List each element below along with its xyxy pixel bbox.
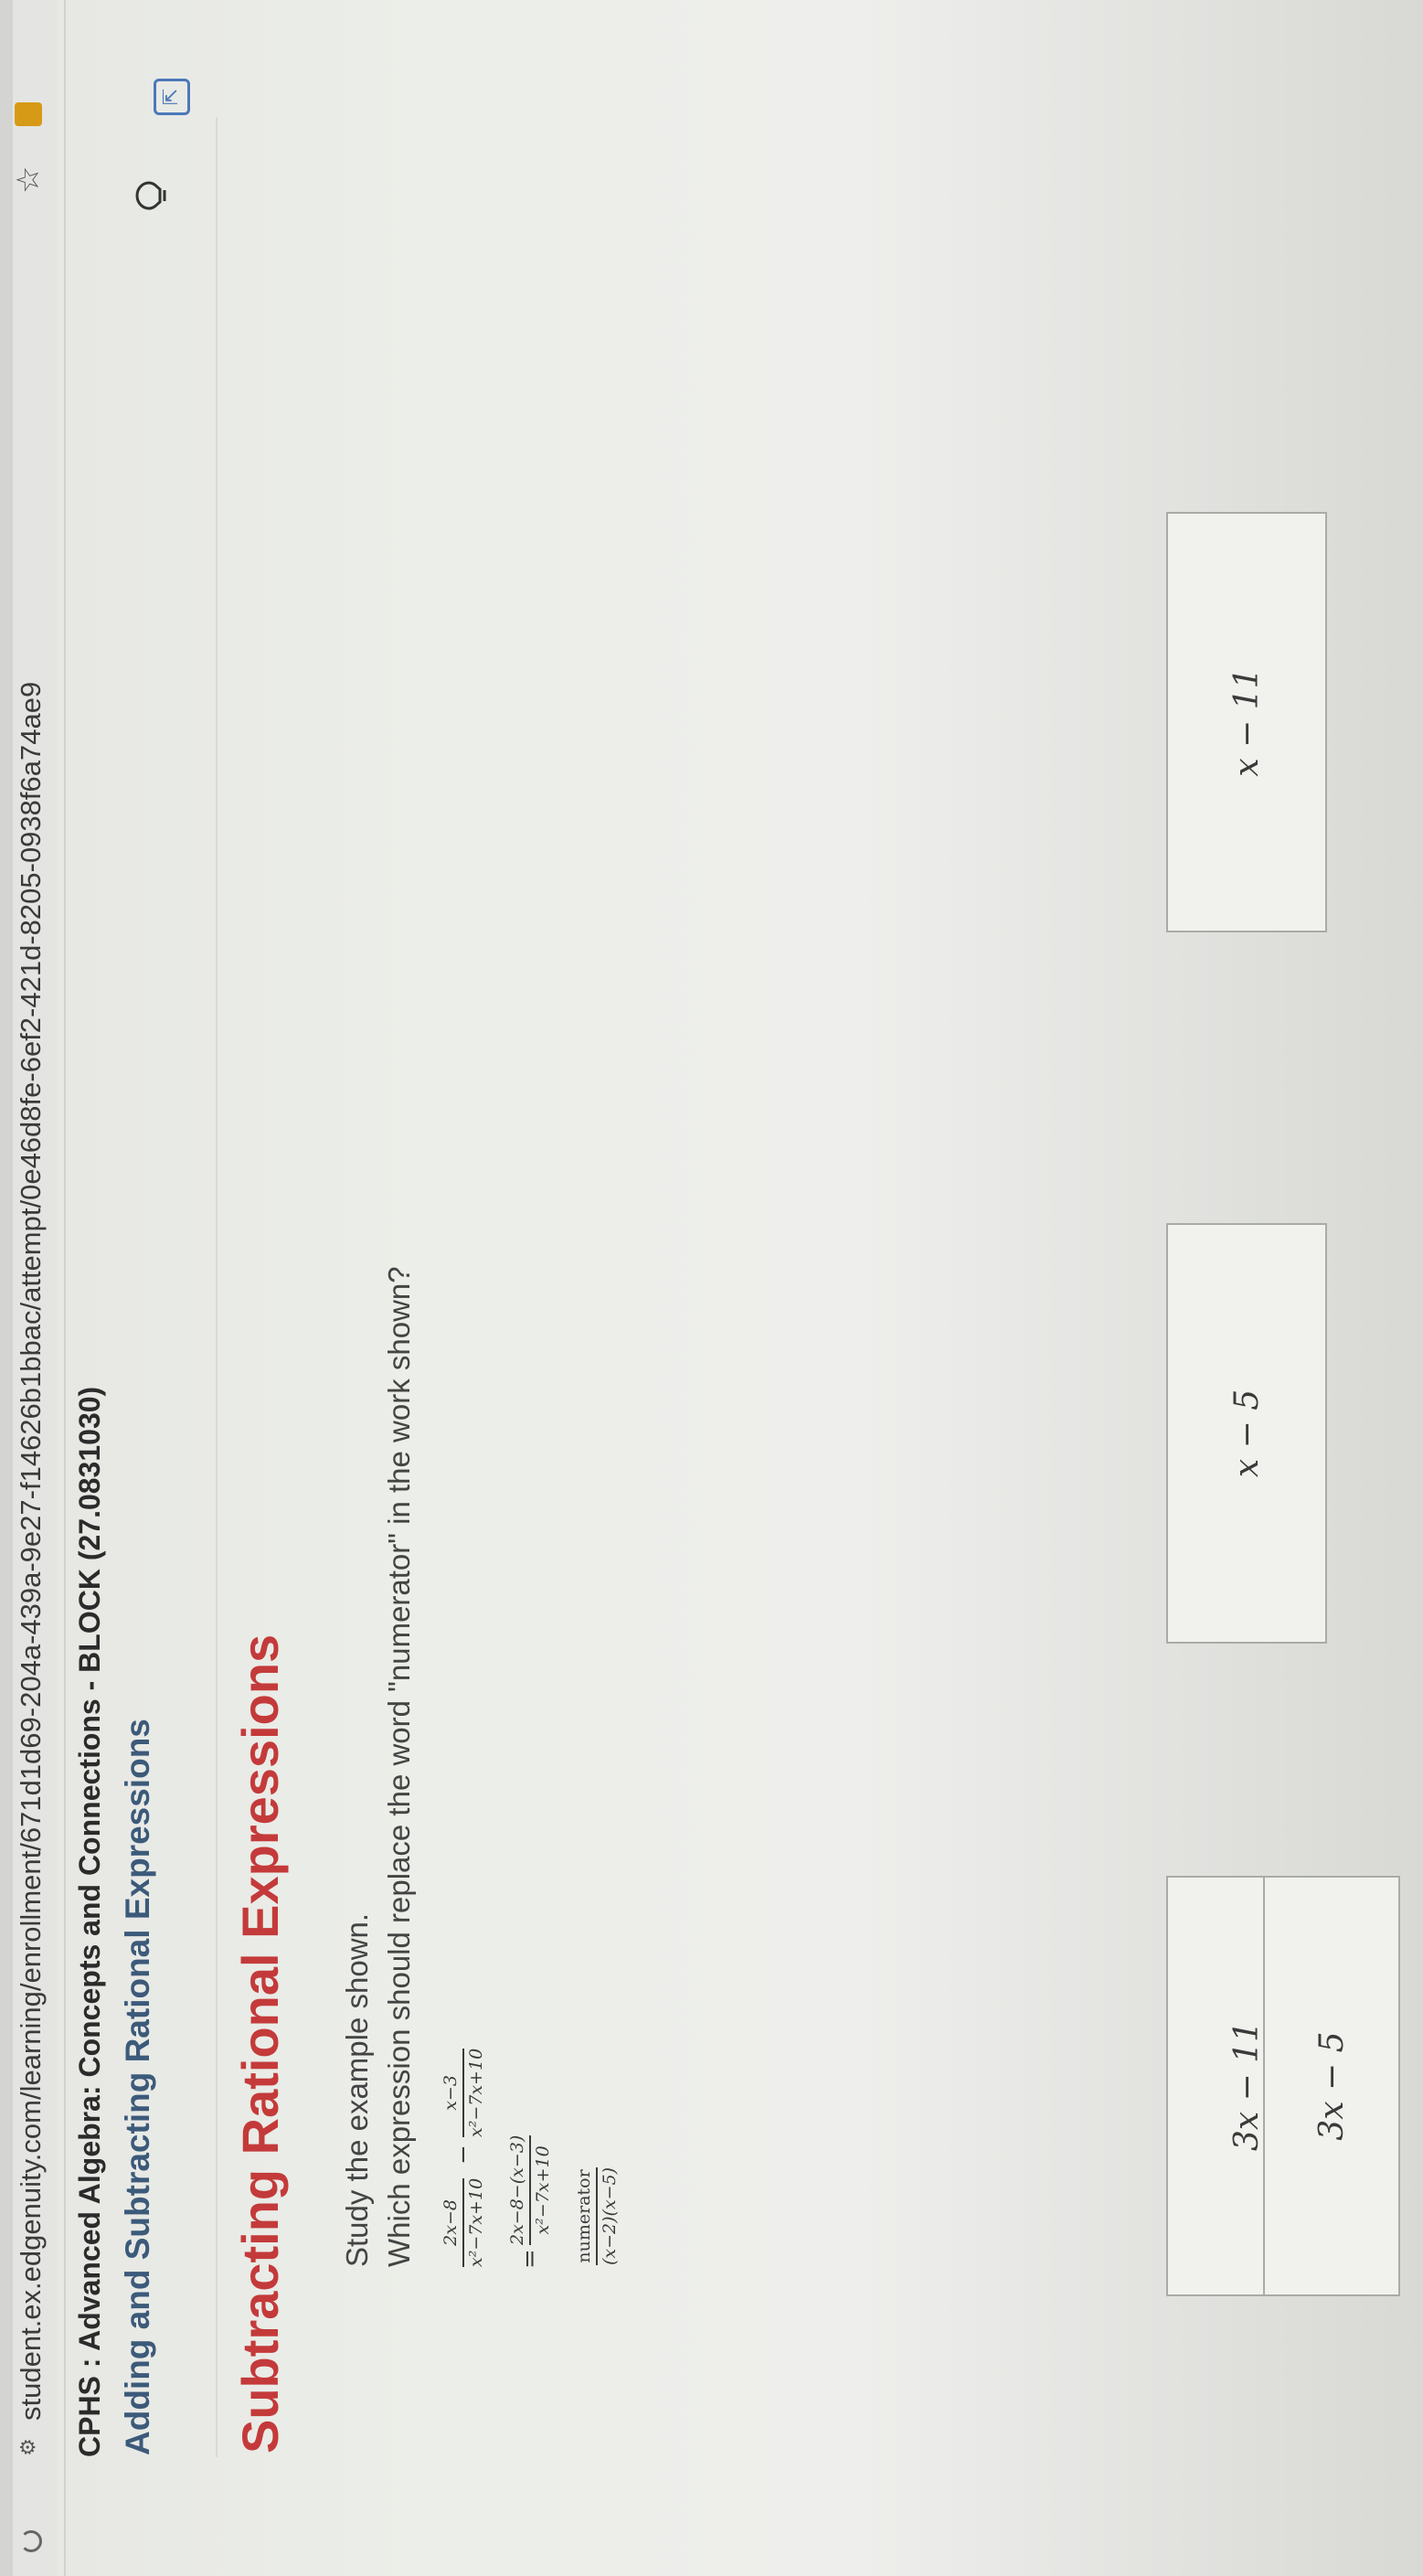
answer-choice-tile[interactable]: x − 5	[1166, 1223, 1327, 1644]
page-title: Subtracting Rational Expressions	[231, 1634, 289, 2454]
course-title: CPHS : Advanced Algebra: Concepts and Co…	[73, 1386, 106, 2457]
fraction-bar	[462, 2177, 464, 2267]
work-line2-equals: =	[516, 2249, 544, 2269]
content-divider	[216, 117, 218, 2457]
extension-icon[interactable]	[15, 102, 42, 126]
photo-background: ⚙ student.ex.edgenuity.com/learning/enro…	[0, 0, 1423, 2576]
star-icon[interactable]: ☆	[11, 166, 46, 194]
question-text: Which expression should replace the word…	[382, 1266, 416, 2267]
expand-icon[interactable]: ⇱	[154, 79, 190, 115]
answer-choice-label: x − 5	[1227, 1389, 1266, 1478]
answer-choice-label: x − 11	[1227, 667, 1266, 777]
browser-screen: ⚙ student.ex.edgenuity.com/learning/enro…	[0, 0, 1423, 2576]
site-info-icon[interactable]: ⚙	[16, 2435, 40, 2459]
lesson-title: Adding and Subtracting Rational Expressi…	[119, 1719, 156, 2455]
answer-choice-tile[interactable]: 3x − 5	[1263, 1876, 1400, 2296]
answer-choice-label: 3x − 5	[1312, 2031, 1351, 2141]
reload-icon[interactable]	[20, 2530, 42, 2552]
work-line3-fraction: numerator (x−2)(x−5)	[574, 2166, 620, 2265]
work-line1-fraction2: x−3 x²−7x+10	[441, 2048, 486, 2137]
work-line1-frac2-numerator: x−3	[441, 2075, 461, 2111]
instruction-text: Study the example shown.	[340, 1912, 374, 2267]
fraction-bar	[596, 2166, 598, 2265]
work-line2-numerator: 2x−8−(x−3)	[507, 2134, 527, 2245]
answer-choice-label: 3x − 11	[1227, 2020, 1266, 2152]
work-line3-denominator: (x−2)(x−5)	[600, 2166, 620, 2265]
fraction-bar	[462, 2048, 464, 2137]
work-line1-frac1-numerator: 2x−8	[441, 2199, 461, 2246]
help-bulb-icon[interactable]	[133, 177, 170, 214]
work-line1-operator: −	[450, 2145, 477, 2165]
work-line1-fraction1: 2x−8 x²−7x+10	[441, 2177, 486, 2267]
fraction-bar	[529, 2134, 531, 2245]
work-line2-fraction: 2x−8−(x−3) x²−7x+10	[507, 2134, 553, 2245]
toolbar-divider	[64, 0, 66, 2576]
work-line2-denominator: x²−7x+10	[533, 2145, 553, 2235]
work-line1-frac1-denominator: x²−7x+10	[466, 2177, 486, 2267]
browser-toolbar: ⚙ student.ex.edgenuity.com/learning/enro…	[0, 0, 57, 2576]
work-line1-frac2-denominator: x²−7x+10	[466, 2048, 486, 2137]
toolbar-edge	[0, 0, 13, 2576]
answer-choice-tile[interactable]: x − 11	[1166, 512, 1327, 932]
address-bar-url[interactable]: student.ex.edgenuity.com/learning/enroll…	[15, 682, 48, 2421]
work-line3-numerator: numerator	[574, 2169, 594, 2263]
